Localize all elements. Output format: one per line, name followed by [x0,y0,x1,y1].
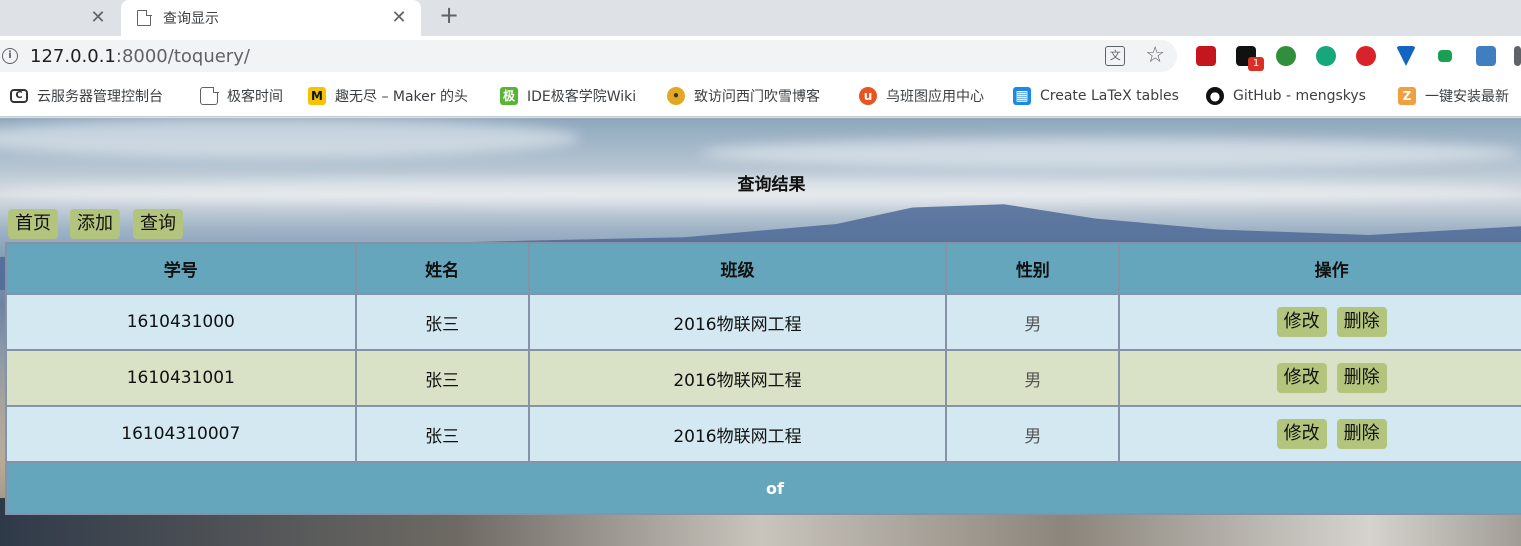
bookmark-label: 云服务器管理控制台 [37,89,163,105]
green-flag-extension-icon[interactable] [1438,50,1452,62]
tab-active[interactable]: 查询显示 ✕ [121,0,421,36]
page-icon [200,86,219,105]
page-viewport: 查询结果 首页 添加 查询 学号 姓名 班级 性别 操作 1610431000 … [0,118,1521,546]
bookmark-label: IDE极客学院Wiki [527,89,637,105]
bookmark-star-icon[interactable]: ☆ [1145,45,1165,67]
edit-button[interactable]: 修改 [1276,307,1327,337]
bookmark-item[interactable]: • 致访问西门吹雪博客 [667,84,839,108]
bookmark-label: GitHub - mengskys [1233,88,1366,104]
cell-actions: 修改 删除 [1120,407,1521,461]
table-icon: ▦ [1013,87,1031,105]
new-tab-icon[interactable]: + [436,2,462,28]
bookmarks-bar: C 云服务器管理控制台 极客时间 M 趣无尽 – Maker 的头 极 IDE极… [0,76,1521,117]
column-header-actions: 操作 [1120,244,1521,293]
page-icon [137,9,152,26]
bookmark-item[interactable]: ● GitHub - mengskys [1206,84,1378,108]
ubuntu-icon: u [859,87,877,105]
cloud-console-icon: C [10,89,28,103]
results-table: 学号 姓名 班级 性别 操作 1610431000 张三 2016物联网工程 男… [5,242,1521,515]
bookmark-item[interactable]: 极 IDE极客学院Wiki [500,84,636,108]
cell-sex: 男 [947,295,1119,349]
adblock-plus-extension-icon[interactable] [1356,46,1376,66]
more-extensions-icon[interactable] [1514,46,1521,66]
bookmark-item[interactable]: ▦ Create LaTeX tables [1013,84,1185,108]
cell-class: 2016物联网工程 [529,351,946,405]
table-footer-row: of [7,463,1521,513]
url-text[interactable]: 127.0.0.1:8000/toquery/ [30,46,250,67]
close-tab-icon[interactable]: ✕ [88,8,108,28]
home-button[interactable]: 首页 [8,209,58,239]
cell-sex: 男 [947,407,1119,461]
bookmark-item[interactable]: u 乌班图应用中心 [859,84,984,108]
bookmark-item[interactable]: C 云服务器管理控制台 [10,84,163,108]
table-row: 1610431001 张三 2016物联网工程 男 修改 删除 [7,351,1521,405]
page-title: 查询结果 [737,175,806,195]
blog-icon: • [667,87,685,105]
query-button[interactable]: 查询 [133,209,183,239]
cell-name: 张三 [356,295,528,349]
tab-previous[interactable]: ✕ [0,0,120,36]
bookmark-label: 乌班图应用中心 [886,89,984,105]
delete-button[interactable]: 删除 [1336,363,1387,393]
table-row: 16104310007 张三 2016物联网工程 男 修改 删除 [7,407,1521,461]
edit-button[interactable]: 修改 [1276,419,1327,449]
github-icon: ● [1206,87,1224,105]
bookmark-label: 一键安装最新 [1425,89,1509,105]
table-row: 1610431000 张三 2016物联网工程 男 修改 删除 [7,295,1521,349]
notification-badge: 1 [1248,57,1264,71]
cell-actions: 修改 删除 [1120,295,1521,349]
cell-name: 张三 [356,407,528,461]
url-host: 127.0.0.1 [30,45,116,67]
bookmark-item[interactable]: 极客时间 [200,84,283,108]
cell-class: 2016物联网工程 [529,407,946,461]
bookmark-item[interactable]: M 趣无尽 – Maker 的头 [308,84,478,108]
grammarly-extension-icon[interactable] [1316,46,1336,66]
cell-sex: 男 [947,351,1119,405]
s-extension-icon[interactable] [1476,46,1496,66]
bookmark-label: Create LaTeX tables [1040,88,1179,104]
browser-toolbar: i 127.0.0.1:8000/toquery/ 文 ☆ [0,36,1521,76]
maker-icon: M [308,87,326,105]
acrobat-extension-icon[interactable] [1196,46,1216,66]
add-button[interactable]: 添加 [70,209,120,239]
pagination-text: of [7,463,1521,513]
address-bar[interactable]: i 127.0.0.1:8000/toquery/ 文 ☆ [0,40,1177,72]
close-tab-icon[interactable]: ✕ [389,8,409,28]
column-header-name: 姓名 [356,244,528,293]
wiki-icon: 极 [500,87,518,105]
background-cloud [700,138,1520,168]
column-header-id: 学号 [7,244,355,293]
translate-icon[interactable]: 文 [1105,46,1126,66]
table-header-row: 学号 姓名 班级 性别 操作 [7,244,1521,293]
tab-strip: ✕ 查询显示 ✕ + [0,0,1521,36]
cell-id: 1610431001 [7,351,355,405]
bookmark-label: 极客时间 [227,89,283,105]
cell-class: 2016物联网工程 [529,295,946,349]
site-info-icon[interactable]: i [2,48,18,64]
column-header-class: 班级 [529,244,946,293]
cell-id: 16104310007 [7,407,355,461]
cell-actions: 修改 删除 [1120,351,1521,405]
delete-button[interactable]: 删除 [1336,307,1387,337]
vpn-extension-icon[interactable] [1396,46,1416,66]
delete-button[interactable]: 删除 [1336,419,1387,449]
install-icon: Z [1398,87,1416,105]
bookmark-item[interactable]: Z 一键安装最新 [1398,84,1521,108]
cell-name: 张三 [356,351,528,405]
bookmark-label: 趣无尽 – Maker 的头 [335,89,468,105]
background-cloud [0,118,580,158]
tab-title: 查询显示 [163,11,219,27]
cell-id: 1610431000 [7,295,355,349]
edit-button[interactable]: 修改 [1276,363,1327,393]
url-path: :8000/toquery/ [115,45,250,67]
globe-extension-icon[interactable] [1276,46,1296,66]
bookmark-label: 致访问西门吹雪博客 [694,89,820,105]
column-header-sex: 性别 [947,244,1119,293]
